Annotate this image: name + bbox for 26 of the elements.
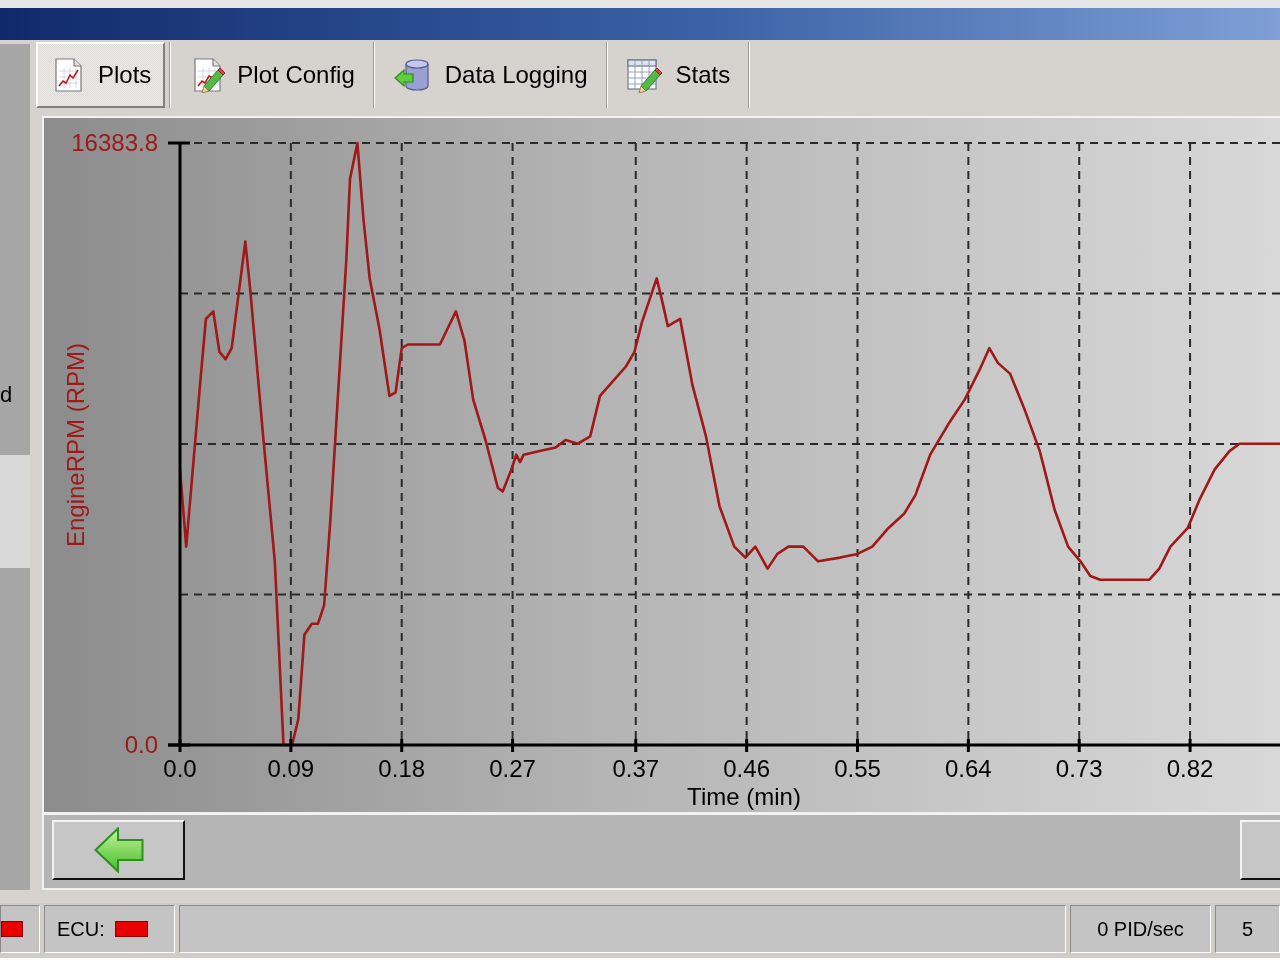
x-axis-title: Time (min)	[687, 783, 801, 810]
y-tick-label: 16383.8	[71, 129, 158, 156]
status-text: 5	[1214, 905, 1280, 953]
tab[interactable]: Data Logging	[378, 42, 602, 108]
tab[interactable]: Plot Config	[175, 42, 369, 108]
x-tick-label: 0.64	[945, 755, 992, 782]
y-axis-title: EngineRPM (RPM)	[62, 343, 89, 547]
x-tick-label: 0.18	[378, 755, 426, 782]
left-arrow-icon	[93, 827, 144, 873]
x-tick-label: 0.37	[612, 755, 660, 782]
status-text: 0 PID/sec	[1070, 905, 1211, 953]
status-label: ECU:	[57, 917, 105, 941]
x-tick-label: 0.09	[267, 755, 315, 782]
x-tick-label: 0.73	[1055, 755, 1103, 782]
x-tick-label: 0.46	[723, 755, 770, 782]
back-button[interactable]	[52, 820, 185, 880]
x-tick-label: 0.55	[834, 755, 881, 782]
tab[interactable]: Stats	[611, 42, 745, 108]
x-tick-label: 0.0	[163, 755, 197, 782]
toolbar-button[interactable]	[1240, 820, 1280, 880]
tab[interactable]: Plots	[36, 42, 166, 108]
sidebar-item[interactable]: d	[0, 380, 30, 410]
y-tick-label: 0.0	[124, 731, 158, 758]
x-tick-label: 0.82	[1166, 755, 1214, 782]
table-pencil-icon	[625, 57, 664, 93]
x-tick-label: 0.27	[489, 755, 536, 782]
